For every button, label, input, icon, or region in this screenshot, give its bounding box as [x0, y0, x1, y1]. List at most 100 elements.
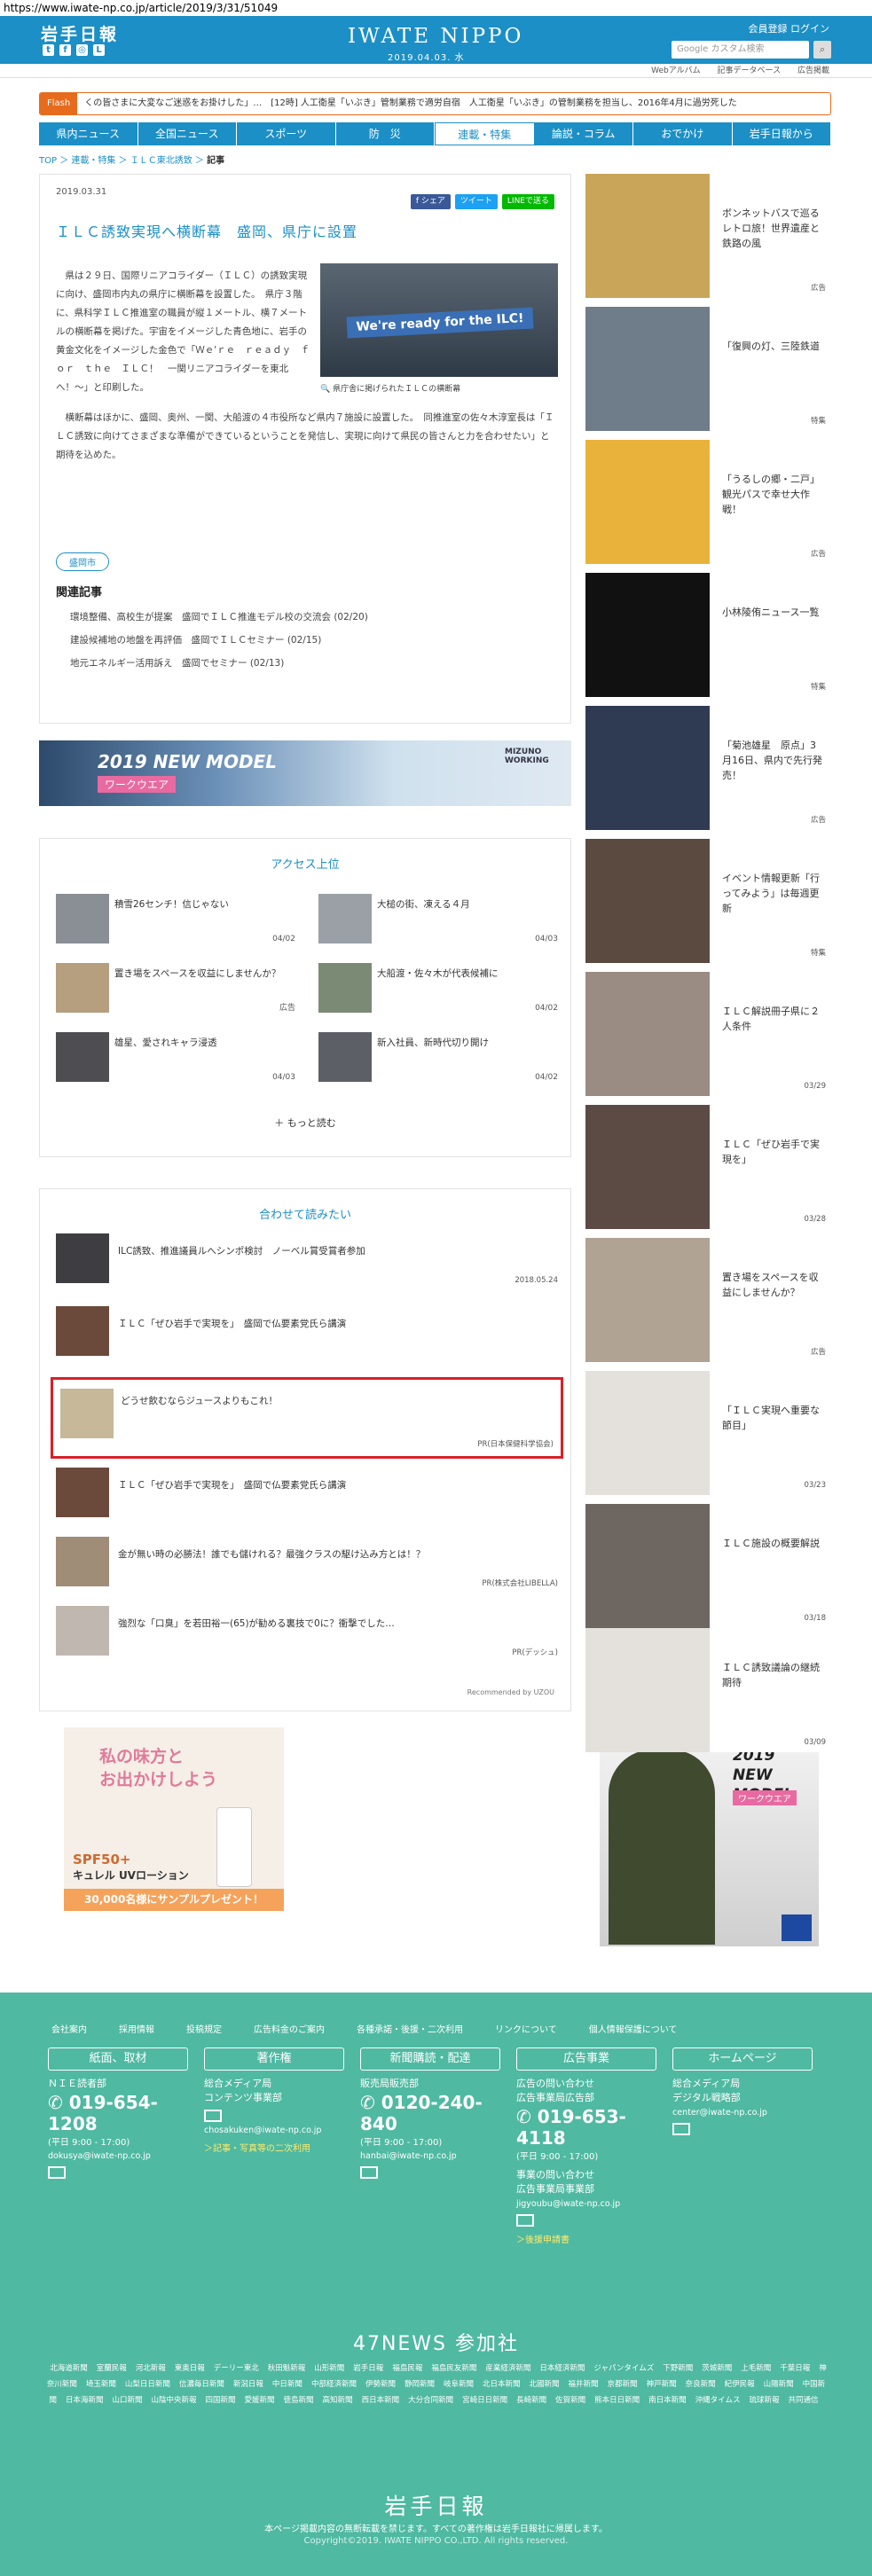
email[interactable]: chosakuken@iwate-np.co.jp [204, 2126, 344, 2135]
recommended-by[interactable]: Recommended by UZOU [467, 1688, 554, 1696]
paper-link[interactable]: 四国新聞 [206, 2396, 236, 2405]
sidebar-item[interactable]: 「菊池雄星 原点」3月16日、県内で先行発売！ 広告 [585, 706, 831, 830]
crumb-link[interactable]: ＩＬＣ東北誘致 [130, 156, 192, 166]
paper-link[interactable]: 日本経済新聞 [539, 2364, 585, 2373]
sidebar-item[interactable]: ＩＬＣ「ぜひ岩手で実現を」 03/28 [585, 1105, 831, 1229]
footer-link[interactable]: 個人情報保護について [589, 2022, 678, 2035]
paper-link[interactable]: 静岡新聞 [405, 2380, 435, 2389]
nav-item[interactable]: 全国ニュース [138, 122, 237, 145]
ranking-item[interactable]: 大槌の街、凍える４月 04/03 [318, 894, 558, 947]
article-photo[interactable]: We're ready for the ILC! [320, 263, 558, 377]
paper-link[interactable]: 岩手日報 [353, 2364, 383, 2373]
paper-link[interactable]: 共同通信 [789, 2396, 819, 2405]
paper-link[interactable]: 信濃毎日新聞 [179, 2380, 224, 2389]
paper-link[interactable]: 産業経済新聞 [485, 2364, 530, 2373]
paper-link[interactable]: 宮崎日日新聞 [462, 2396, 507, 2405]
recommend-item[interactable]: ＩＬＣ「ぜひ岩手で実現を」 盛岡で仏要素党氏ら講演 [56, 1304, 558, 1359]
paper-link[interactable]: 神戸新聞 [647, 2380, 677, 2389]
nav-item-active[interactable]: 連載・特集 [435, 122, 535, 145]
paper-link[interactable]: 徳島新聞 [284, 2396, 314, 2405]
ranking-item[interactable]: 新入社員、新時代切り開け 04/02 [318, 1032, 558, 1085]
paper-link[interactable]: 東奥日報 [175, 2364, 205, 2373]
paper-link[interactable]: 山陰中央新報 [151, 2396, 196, 2405]
paper-link[interactable]: 琉球新報 [750, 2396, 780, 2405]
sidebar-item[interactable]: ＩＬＣ誘致議論の継続期待 03/09 [585, 1628, 831, 1752]
paper-link[interactable]: 岐阜新聞 [444, 2380, 474, 2389]
paper-link[interactable]: 中部経済新聞 [311, 2380, 357, 2389]
paper-link[interactable]: 埼玉新聞 [86, 2380, 116, 2389]
nav-item[interactable]: スポーツ [237, 122, 336, 145]
recommend-item[interactable]: 金が無い時の必勝法！誰でも儲けれる？最強クラスの駆け込み方とは！？ PR(株式会社… [56, 1535, 558, 1590]
footer-logo[interactable]: 岩手日報 [0, 2489, 872, 2521]
paper-link[interactable]: 沖縄タイムス [695, 2396, 741, 2405]
workwear-ad[interactable]: 2019NEW MODEL ワークウエア [600, 1723, 819, 1946]
email[interactable]: center@iwate-np.co.jp [672, 2108, 813, 2118]
site-logo[interactable]: 岩手日報 [41, 21, 119, 45]
sidebar-item[interactable]: イベント情報更新「行ってみよう」は毎週更新 特集 [585, 839, 831, 963]
paper-link[interactable]: 佐賀新聞 [555, 2396, 585, 2405]
footer-link[interactable]: 採用情報 [119, 2022, 154, 2035]
paper-link[interactable]: 高知新聞 [323, 2396, 353, 2405]
sidebar-item[interactable]: ＩＬＣ解説冊子県に２人条件 03/29 [585, 972, 831, 1096]
paper-link[interactable]: 南日本新聞 [648, 2396, 687, 2405]
util-link[interactable]: Webアルバム [651, 67, 701, 75]
paper-link[interactable]: 上毛新聞 [741, 2364, 771, 2373]
paper-link[interactable]: 山梨日日新聞 [125, 2380, 170, 2389]
util-link[interactable]: 記事データベース [718, 67, 782, 75]
paper-link[interactable]: 北日本新聞 [483, 2380, 521, 2389]
paper-link[interactable]: 中日新聞 [272, 2380, 302, 2389]
footer-link[interactable]: 投稿規定 [186, 2022, 222, 2035]
related-link[interactable]: 環境整備、高校生が提案 盛岡でＩＬＣ推進モデル校の交流会 (02/20) [70, 606, 368, 629]
recommend-item[interactable]: ILC誘致、推進議員ルへシンポ検討 ノーベル賞受賞者参加 2018.05.24 [56, 1232, 558, 1287]
recommend-item[interactable]: 強烈な「口臭」を若田裕一(65)が勧める裏技で0に？衝撃でした… PR(デッシュ) [56, 1604, 558, 1659]
paper-link[interactable]: 愛媛新聞 [245, 2396, 275, 2405]
cosmetics-ad[interactable]: 私の味方と お出かけしよう SPF50+ キュレル UVローション 30,000名… [64, 1727, 284, 1911]
footer-link[interactable]: 会社案内 [51, 2022, 87, 2035]
banner-ad[interactable]: 2019 NEW MODEL ワークウエア MIZUNO WORKING [39, 740, 571, 806]
ranking-item[interactable]: 置き場をスペースを収益にしませんか？ 広告 [56, 963, 295, 1016]
paper-link[interactable]: 伊勢新聞 [365, 2380, 396, 2389]
nav-item[interactable]: 防 災 [336, 122, 435, 145]
sidebar-item[interactable]: 小林陵侑ニュース一覧 特集 [585, 573, 831, 697]
paper-link[interactable]: 山口新聞 [112, 2396, 142, 2405]
search-icon[interactable]: ⌕ [813, 41, 831, 59]
facebook-share-button[interactable]: f シェア [410, 194, 451, 209]
paper-link[interactable]: 福島民友新聞 [431, 2364, 476, 2373]
crumb-link[interactable]: 連載・特集 [71, 156, 115, 166]
email[interactable]: jigyoubu@iwate-np.co.jp [516, 2199, 656, 2209]
twitter-icon[interactable]: t [43, 44, 54, 56]
more-button[interactable]: ＋ もっと読む [40, 1116, 570, 1130]
mail-icon[interactable] [516, 2214, 534, 2227]
nav-item[interactable]: 県内ニュース [39, 122, 138, 145]
nav-item[interactable]: 論説・コラム [535, 122, 633, 145]
paper-link[interactable]: 山陽新聞 [764, 2380, 794, 2389]
paper-link[interactable]: 新潟日報 [233, 2380, 263, 2389]
search-input[interactable]: Google カスタム検索 [672, 41, 809, 59]
paper-link[interactable]: 茨城新聞 [702, 2364, 732, 2373]
flash-news-ticker[interactable]: Flash くの皆さまに大変なご迷惑をお掛けした」… [12時] 人工衛星「いぶき… [39, 92, 831, 115]
paper-link[interactable]: 長崎新聞 [516, 2396, 546, 2405]
yellow-link[interactable]: ＞記事・写真等の二次利用 [204, 2141, 344, 2154]
line-icon[interactable]: L [93, 44, 105, 56]
paper-link[interactable]: 山形新聞 [314, 2364, 344, 2373]
paper-link[interactable]: 北國新聞 [530, 2380, 560, 2389]
phone-number[interactable]: ✆ 019-654-1208 [48, 2092, 188, 2134]
phone-number[interactable]: ✆ 019-653-4118 [516, 2106, 656, 2149]
mail-icon[interactable] [360, 2166, 378, 2179]
nav-item[interactable]: おでかけ [633, 122, 733, 145]
paper-link[interactable]: 下野新聞 [663, 2364, 693, 2373]
footer-link[interactable]: 広告料金のご案内 [254, 2022, 325, 2035]
mail-icon[interactable] [672, 2123, 690, 2135]
phone-number[interactable]: ✆ 0120-240-840 [360, 2092, 500, 2134]
util-link[interactable]: 広告掲載 [797, 67, 829, 75]
instagram-icon[interactable]: ◎ [76, 44, 88, 56]
sidebar-item[interactable]: 「復興の灯、三陸鉄道 特集 [585, 307, 831, 431]
ranking-item[interactable]: 大船渡・佐々木が代表候補に 04/02 [318, 963, 558, 1016]
line-share-button[interactable]: LINEで送る [501, 194, 554, 209]
nav-item[interactable]: 岩手日報から [733, 122, 831, 145]
paper-link[interactable]: ジャパンタイムズ [593, 2364, 654, 2373]
related-link[interactable]: 建設候補地の地盤を再評価 盛岡でＩＬＣセミナー (02/15) [70, 629, 368, 652]
paper-link[interactable]: 福島民報 [392, 2364, 422, 2373]
email[interactable]: dokusya@iwate-np.co.jp [48, 2151, 188, 2161]
paper-link[interactable]: 京都新聞 [608, 2380, 638, 2389]
